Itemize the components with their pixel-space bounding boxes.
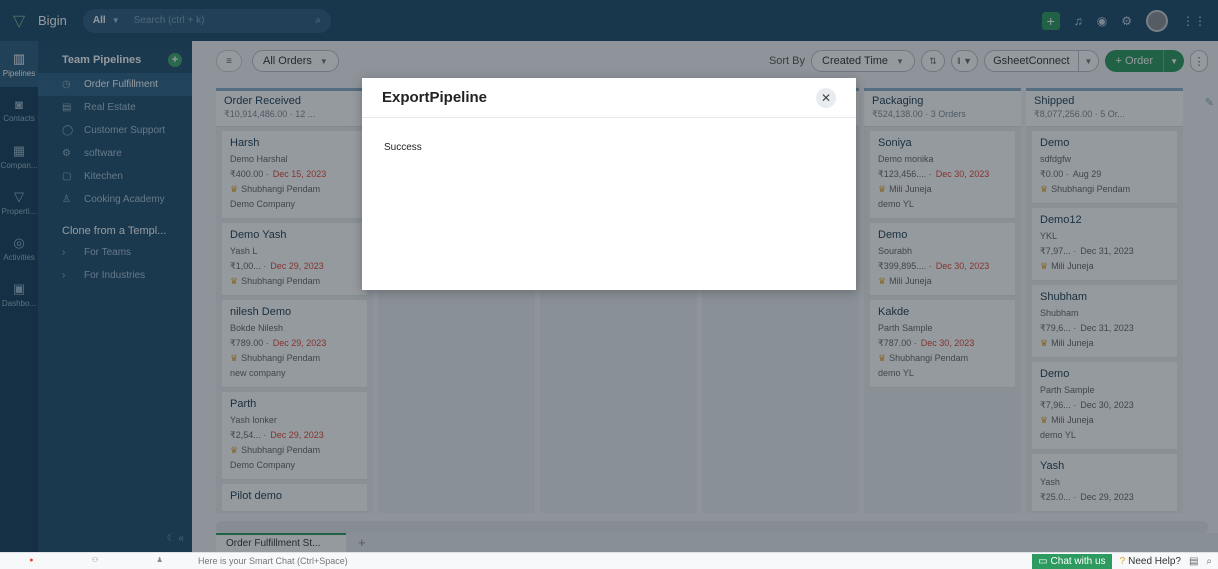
notes-icon[interactable]: ▤ (1189, 556, 1198, 567)
export-pipeline-dialog: ExportPipeline ✕ Success (362, 78, 856, 290)
need-help-button[interactable]: ? Need Help? (1120, 556, 1181, 567)
close-icon[interactable]: ✕ (816, 87, 836, 108)
contacts-shortcut-icon[interactable]: ♟ (156, 557, 162, 565)
smart-chat-input[interactable]: Here is your Smart Chat (Ctrl+Space) (198, 556, 348, 566)
chat-with-us-button[interactable]: ▭ Chat with us (1032, 553, 1112, 569)
chat-icon: ▭ (1038, 555, 1048, 567)
bottom-right: ▭ Chat with us ? Need Help? ▤ ⌕ (1032, 553, 1218, 569)
modal-overlay[interactable]: ExportPipeline ✕ Success (0, 0, 1218, 552)
dialog-body: Success (362, 118, 856, 177)
bottom-shortcuts: ● ⚇ ♟ (0, 557, 192, 565)
success-message: Success (384, 142, 422, 153)
help-icon: ? (1119, 555, 1126, 567)
channels-icon[interactable]: ⚇ (92, 557, 98, 565)
search-icon[interactable]: ⌕ (1206, 556, 1212, 567)
recent-chats-icon[interactable]: ● (29, 557, 33, 565)
dialog-header: ExportPipeline ✕ (362, 78, 856, 118)
bottom-bar: ● ⚇ ♟ Here is your Smart Chat (Ctrl+Spac… (0, 552, 1218, 569)
dialog-title: ExportPipeline (382, 89, 488, 106)
